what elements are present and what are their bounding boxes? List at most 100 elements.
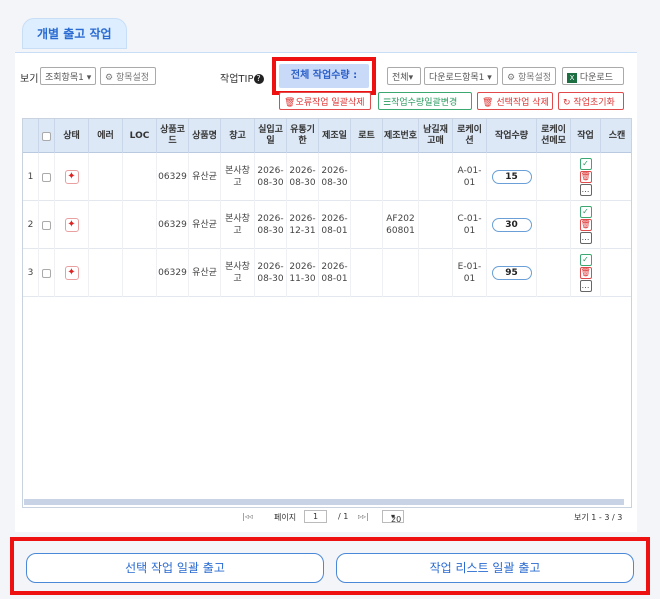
work-grid: 상태 에러 LOC 상품코드 상품명 창고 실입고일 유통기한 제조일 로트 제…: [22, 118, 632, 508]
status-cell: ✦: [55, 249, 89, 297]
delete-error-button[interactable]: 🗑오류작업 일괄삭제: [279, 92, 371, 110]
trash-icon[interactable]: 🗑: [579, 171, 592, 183]
mfg-cell: 2026-08-01: [319, 249, 351, 297]
gear-icon: ⚙: [105, 73, 114, 83]
memo-cell: [537, 153, 571, 201]
page-size-select[interactable]: 20 ▾: [382, 510, 405, 524]
col-no: [23, 119, 39, 153]
loc-cell: E-01-01: [453, 249, 487, 297]
row-checkbox-cell: [39, 153, 55, 201]
table-row[interactable]: 3 ✦ 06329 유산균 본사창고 2026-08-30 2026-11-30 2026-0…: [23, 249, 631, 297]
col-mfg-no[interactable]: 제조번호: [383, 119, 419, 153]
grid-header: 상태 에러 LOC 상품코드 상품명 창고 실입고일 유통기한 제조일 로트 제…: [23, 119, 631, 153]
keep-cell: [419, 249, 453, 297]
name-cell: 유산균: [189, 153, 221, 201]
col-location-memo[interactable]: 로케이션메모: [537, 119, 571, 153]
reset-button[interactable]: ↻ 작업초기화: [558, 92, 624, 110]
total-qty-badge: 전체 작업수량 : 140: [279, 64, 369, 105]
tab-individual-shipping[interactable]: 개별 출고 작업: [22, 18, 127, 49]
name-cell: 유산균: [189, 249, 221, 297]
filter-select[interactable]: 전체▾: [387, 67, 421, 85]
exp-cell: 2026-11-30: [287, 249, 319, 297]
col-expiry[interactable]: 유통기한: [287, 119, 319, 153]
work-qty-input[interactable]: 30: [491, 218, 532, 232]
download-button[interactable]: X 다운로드: [562, 67, 624, 85]
col-error[interactable]: 에러: [89, 119, 123, 153]
list-icon: ☰: [383, 98, 392, 108]
col-mfg-date[interactable]: 제조일: [319, 119, 351, 153]
last-page-icon[interactable]: ▹▹|: [358, 512, 369, 521]
download-item-select[interactable]: 다운로드항목1 ▾: [424, 67, 498, 85]
wh-cell: 본사창고: [221, 201, 255, 249]
first-page-icon[interactable]: |◃◃: [242, 512, 253, 521]
more-icon[interactable]: …: [579, 184, 592, 196]
scan-cell: [601, 153, 631, 201]
view-select[interactable]: 조회항목1 ▾: [40, 67, 96, 85]
status-icon: ✦: [64, 266, 79, 280]
trash-icon[interactable]: 🗑: [579, 267, 592, 279]
col-action[interactable]: 작업: [571, 119, 601, 153]
select-all-checkbox[interactable]: [42, 131, 51, 141]
work-qty-input[interactable]: 15: [491, 170, 532, 184]
lot-cell: [351, 153, 383, 201]
bulk-ship-selected-button[interactable]: 선택 작업 일괄 출고: [26, 553, 324, 583]
col-remaining-stock[interactable]: 남길재고매: [419, 119, 453, 153]
page-summary: 보기 1 - 3 / 3: [574, 513, 623, 522]
refresh-icon: ↻: [563, 98, 571, 108]
col-warehouse[interactable]: 창고: [221, 119, 255, 153]
in-cell: 2026-08-30: [255, 201, 287, 249]
name-cell: 유산균: [189, 201, 221, 249]
page-input[interactable]: 1: [304, 510, 328, 523]
col-check[interactable]: [39, 119, 55, 153]
col-loc[interactable]: LOC: [123, 119, 157, 153]
row-checkbox[interactable]: [42, 172, 51, 182]
col-scan[interactable]: 스캔: [601, 119, 631, 153]
more-icon[interactable]: …: [579, 280, 592, 292]
trash-icon[interactable]: 🗑: [579, 219, 592, 231]
status-cell: ✦: [55, 201, 89, 249]
keep-cell: [419, 201, 453, 249]
no-cell: 1: [23, 153, 39, 201]
lot-cell: [351, 249, 383, 297]
memo-cell: [537, 201, 571, 249]
col-product-name[interactable]: 상품명: [189, 119, 221, 153]
work-qty-cell: 95: [487, 249, 537, 297]
col-work-qty[interactable]: 작업수량: [487, 119, 537, 153]
no-cell: 2: [23, 201, 39, 249]
trash-icon: 🗑: [482, 98, 494, 108]
lot-cell: [351, 201, 383, 249]
confirm-icon[interactable]: ✓: [579, 254, 592, 266]
col-lot[interactable]: 로트: [351, 119, 383, 153]
tip-label[interactable]: 작업TIP?: [220, 70, 264, 85]
page-label: 페이지: [274, 513, 297, 522]
table-row[interactable]: 1 ✦ 06329 유산균 본사창고 2026-08-30 2026-08-30 2026-0…: [23, 153, 631, 201]
status-icon: ✦: [64, 170, 79, 184]
row-checkbox[interactable]: [42, 268, 51, 278]
action-cell: ✓ 🗑…: [571, 153, 601, 201]
loc-cell: A-01-01: [453, 153, 487, 201]
work-qty-cell: 15: [487, 153, 537, 201]
code-cell: 06329: [157, 153, 189, 201]
tab-bar: 개별 출고 작업: [22, 18, 127, 49]
col-status[interactable]: 상태: [55, 119, 89, 153]
confirm-icon[interactable]: ✓: [579, 158, 592, 170]
table-row[interactable]: 2 ✦ 06329 유산균 본사창고 2026-08-30 2026-12-31 2026-0…: [23, 201, 631, 249]
bulk-ship-list-button[interactable]: 작업 리스트 일괄 출고: [336, 553, 634, 583]
col-location[interactable]: 로케이션: [453, 119, 487, 153]
item-setting-button-2[interactable]: ⚙ 항목설정: [502, 67, 556, 85]
confirm-icon[interactable]: ✓: [579, 206, 592, 218]
row-checkbox[interactable]: [42, 220, 51, 230]
in-cell: 2026-08-30: [255, 249, 287, 297]
horizontal-scrollbar[interactable]: [24, 499, 624, 505]
delete-selected-button[interactable]: 🗑 선택작업 삭제: [477, 92, 553, 110]
more-icon[interactable]: …: [579, 232, 592, 244]
mfgno-cell: AF20260801: [383, 201, 419, 249]
work-qty-cell: 30: [487, 201, 537, 249]
work-qty-input[interactable]: 95: [491, 266, 532, 280]
bulk-qty-change-button[interactable]: ☰작업수량일괄변경: [378, 92, 472, 110]
col-product-code[interactable]: 상품코드: [157, 119, 189, 153]
item-setting-button[interactable]: ⚙ 항목설정: [100, 67, 156, 85]
mfgno-cell: [383, 153, 419, 201]
mfg-cell: 2026-08-30: [319, 153, 351, 201]
col-received-date[interactable]: 실입고일: [255, 119, 287, 153]
